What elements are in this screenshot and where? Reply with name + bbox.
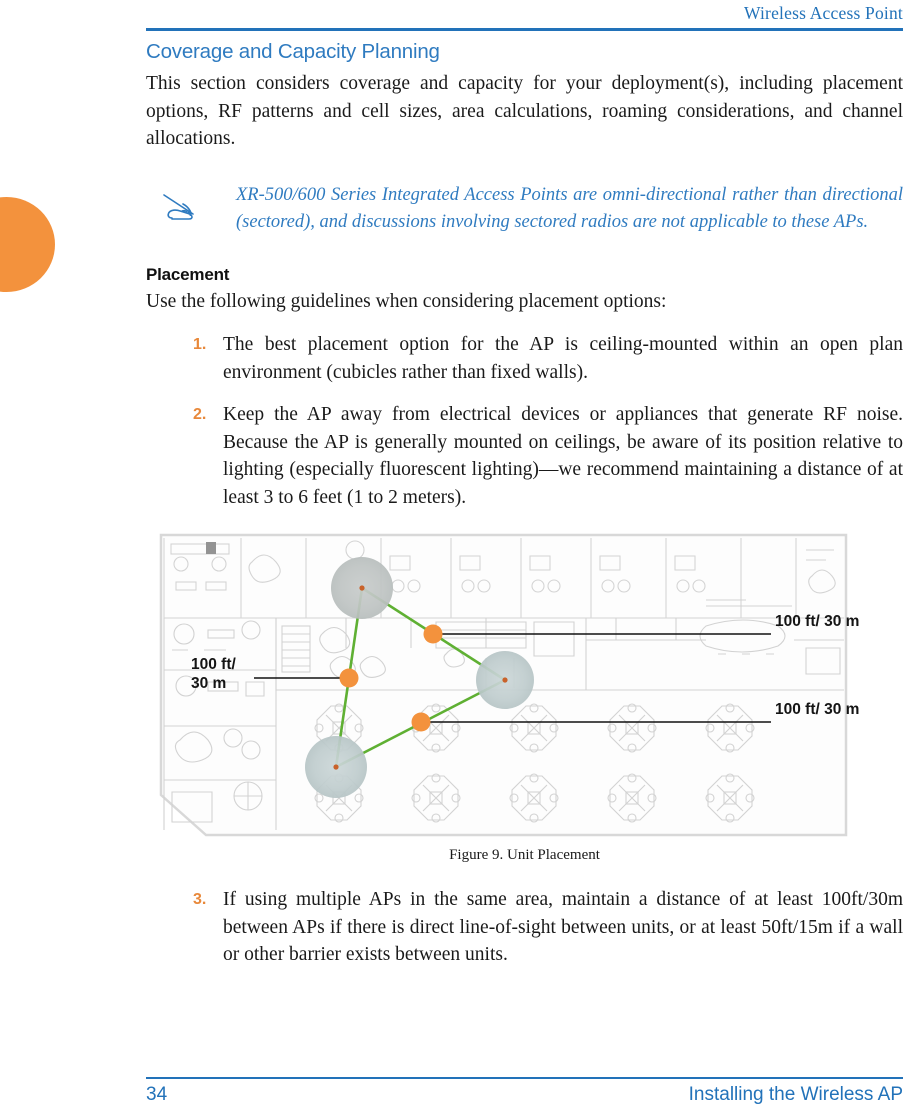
- placement-heading: Placement: [146, 264, 230, 284]
- header-rule: [146, 28, 903, 31]
- ap-bottom-left: [305, 736, 367, 798]
- callout-label-right-top: 100 ft/ 30 m: [775, 613, 860, 630]
- footer-chapter-title: Installing the Wireless AP: [688, 1084, 903, 1105]
- page-header: Wireless Access Point: [146, 0, 903, 31]
- note-pen-icon: [162, 182, 236, 237]
- list-item-number: 2.: [193, 406, 207, 423]
- list-item-number: 1.: [193, 336, 207, 353]
- page-number: 34: [146, 1084, 168, 1105]
- placement-steps-list: 1. The best placement option for the AP …: [146, 331, 903, 511]
- page-title: Coverage and Capacity Planning: [146, 40, 440, 63]
- midpoint-top: [423, 624, 443, 644]
- note-text: XR-500/600 Series Integrated Access Poin…: [236, 184, 903, 233]
- list-item-number: 3.: [193, 891, 207, 908]
- footer-rule: [146, 1077, 903, 1079]
- floor-plan-diagram: [159, 533, 848, 837]
- page-footer: 34 Installing the Wireless AP: [146, 1077, 903, 1106]
- list-item-text: If using multiple APs in the same area, …: [223, 889, 903, 965]
- placement-lead-paragraph: Use the following guidelines when consid…: [146, 290, 667, 312]
- midpoint-left: [339, 668, 359, 688]
- list-item: 2. Keep the AP away from electrical devi…: [146, 401, 903, 511]
- page-edge-tab: [0, 197, 55, 292]
- placement-steps-list-continued: 3. If using multiple APs in the same are…: [146, 886, 903, 969]
- figure-unit-placement: 100 ft/ 30 m 100 ft/ 30 m 100 ft/ 30 m F…: [146, 530, 903, 870]
- figure-stage: 100 ft/ 30 m 100 ft/ 30 m 100 ft/ 30 m: [146, 530, 903, 845]
- list-item: 3. If using multiple APs in the same are…: [146, 886, 903, 969]
- footer-row: 34 Installing the Wireless AP: [146, 1084, 903, 1106]
- list-item-text: Keep the AP away from electrical devices…: [223, 404, 903, 508]
- list-item-text: The best placement option for the AP is …: [223, 334, 903, 383]
- section-intro-paragraph: This section considers coverage and capa…: [146, 73, 903, 149]
- midpoint-bottom: [411, 712, 431, 732]
- page-content: Coverage and Capacity Planning This sect…: [146, 40, 903, 984]
- callout-label-right-bottom: 100 ft/ 30 m: [775, 701, 860, 718]
- list-item: 1. The best placement option for the AP …: [146, 331, 903, 386]
- callout-label-left: 100 ft/ 30 m: [191, 656, 236, 692]
- figure-caption: Figure 9. Unit Placement: [449, 847, 600, 863]
- ap-top-left: [331, 557, 393, 619]
- header-title: Wireless Access Point: [743, 3, 903, 23]
- note-callout: XR-500/600 Series Integrated Access Poin…: [146, 182, 903, 237]
- ap-right: [476, 651, 534, 709]
